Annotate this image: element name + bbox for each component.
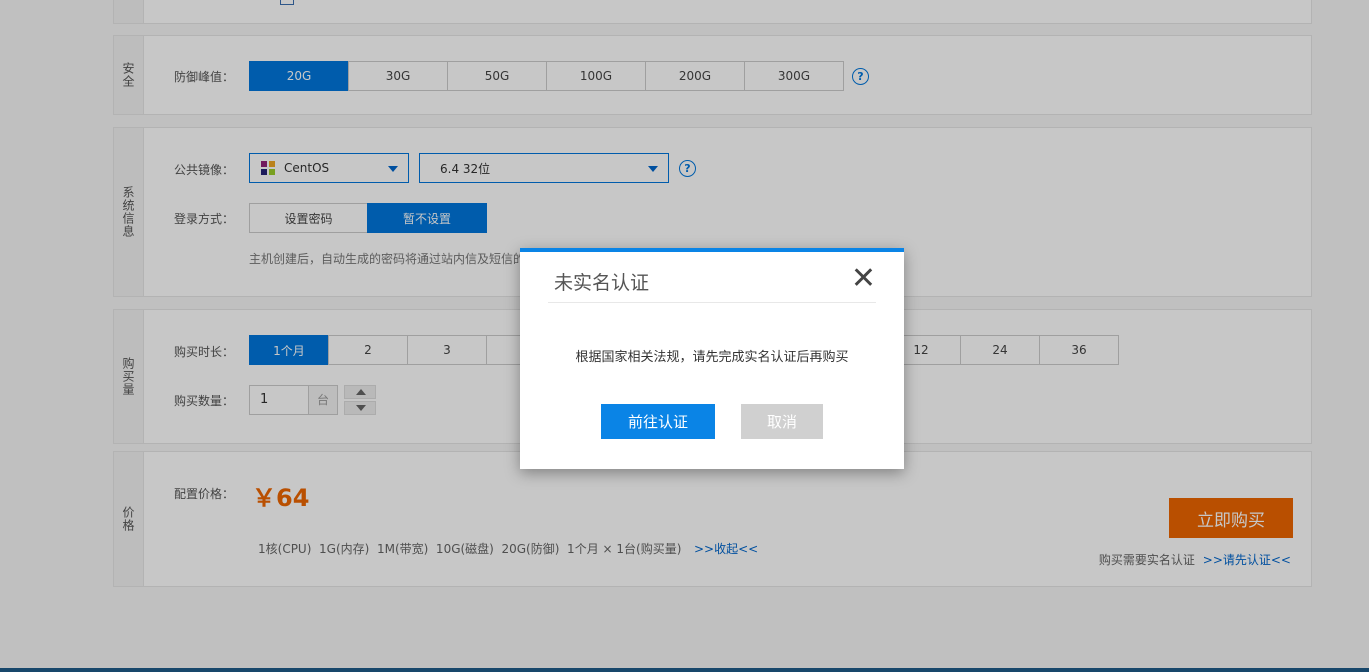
verification-modal: 未实名认证 ✕ 根据国家相关法规，请先完成实名认证后再购买 前往认证 取消: [520, 248, 904, 469]
modal-divider: [548, 302, 876, 303]
modal-title: 未实名认证: [554, 272, 650, 294]
cancel-button[interactable]: 取消: [741, 404, 823, 439]
go-verify-button[interactable]: 前往认证: [601, 404, 715, 439]
modal-message: 根据国家相关法规，请先完成实名认证后再购买: [575, 350, 849, 365]
close-icon[interactable]: ✕: [851, 264, 876, 294]
